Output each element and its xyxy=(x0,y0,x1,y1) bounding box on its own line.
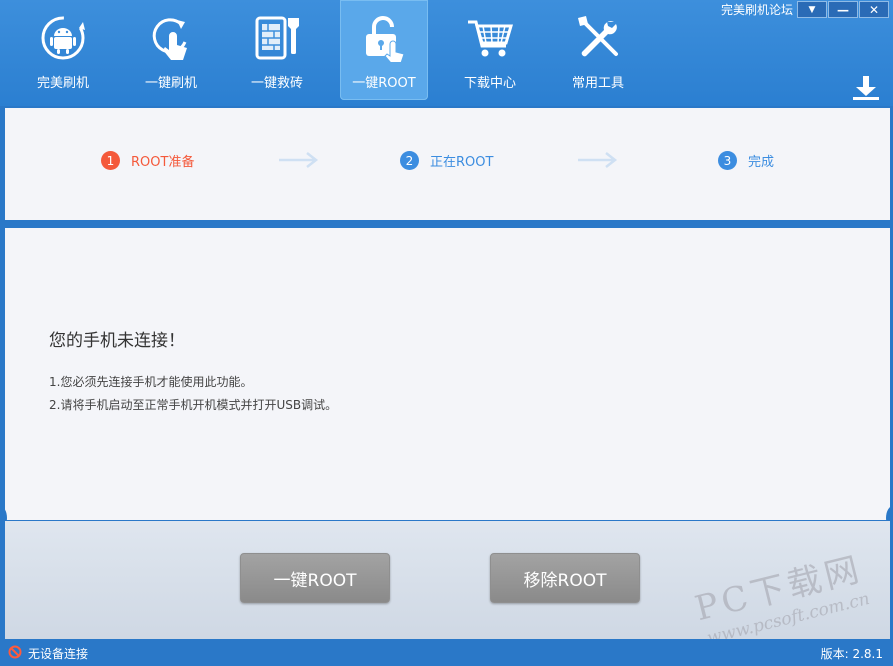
watermark-title: PC下载网 xyxy=(691,549,867,630)
nav-item-perfect-flash[interactable]: 完美刷机 xyxy=(19,0,107,100)
nav-item-brick-rescue[interactable]: 一键救砖 xyxy=(233,0,321,100)
window-controls: ▼ — ✕ xyxy=(796,1,889,18)
status-message-area: 您的手机未连接！ 1.您必须先连接手机才能使用此功能。 2.请将手机启动至正常手… xyxy=(5,228,890,520)
no-device-icon xyxy=(8,645,22,659)
nav-label: 一键救砖 xyxy=(250,76,303,91)
menu-dropdown-button[interactable]: ▼ xyxy=(797,1,827,18)
nav-item-one-click-root[interactable]: 一键ROOT xyxy=(340,0,428,100)
step-complete: 3 完成 xyxy=(718,151,774,170)
not-connected-title: 您的手机未连接！ xyxy=(49,331,185,351)
forum-link[interactable]: 完美刷机论坛 xyxy=(721,1,793,18)
touch-refresh-icon xyxy=(147,14,195,62)
step-label: ROOT准备 xyxy=(131,155,195,170)
step-number: 1 xyxy=(101,151,120,170)
step-number: 3 xyxy=(718,151,737,170)
minimize-icon: — xyxy=(837,2,849,17)
download-button[interactable] xyxy=(849,74,883,102)
nav-item-one-click-flash[interactable]: 一键刷机 xyxy=(127,0,215,100)
instruction-line-1: 1.您必须先连接手机才能使用此功能。 xyxy=(49,375,253,389)
step-arrow-icon xyxy=(578,152,618,168)
step-root-prepare: 1 ROOT准备 xyxy=(101,151,194,170)
watermark: PC下载网 www.pcsoft.com.cn xyxy=(689,541,872,649)
nav-label: 常用工具 xyxy=(571,76,624,91)
chevron-down-icon: ▼ xyxy=(808,4,816,15)
nav-label: 一键刷机 xyxy=(144,76,197,91)
close-icon: ✕ xyxy=(868,2,880,17)
status-bar: 无设备连接 版本: 2.8.1 xyxy=(0,639,893,666)
device-status-text: 无设备连接 xyxy=(28,647,89,661)
nav-label: 下载中心 xyxy=(463,76,516,91)
instruction-line-2: 2.请将手机启动至正常手机开机模式并打开USB调试。 xyxy=(49,398,338,412)
one-click-root-button[interactable]: 一键ROOT xyxy=(240,553,390,603)
action-area: 一键ROOT 移除ROOT PC下载网 www.pcsoft.com.cn xyxy=(5,521,890,649)
android-refresh-icon xyxy=(39,14,87,62)
step-label: 完成 xyxy=(748,155,775,170)
step-label: 正在ROOT xyxy=(430,155,494,170)
phone-repair-icon xyxy=(253,14,301,62)
minimize-button[interactable]: — xyxy=(828,1,858,18)
step-number: 2 xyxy=(400,151,419,170)
step-arrow-icon xyxy=(279,152,319,168)
tools-icon xyxy=(574,14,622,62)
unlock-icon xyxy=(360,14,408,64)
nav-item-common-tools[interactable]: 常用工具 xyxy=(554,0,642,100)
top-toolbar: 完美刷机 一键刷机 一键救砖 一键ROOT 下载中心 常用工具 完美刷机论坛 ▼… xyxy=(0,0,893,106)
remove-root-button[interactable]: 移除ROOT xyxy=(490,553,640,603)
shopping-cart-icon xyxy=(466,14,514,62)
nav-label: 一键ROOT xyxy=(352,76,416,91)
version-label: 版本: 2.8.1 xyxy=(820,647,883,661)
nav-item-download-center[interactable]: 下载中心 xyxy=(446,0,534,100)
step-rooting: 2 正在ROOT xyxy=(400,151,493,170)
section-divider xyxy=(0,220,893,228)
download-icon xyxy=(853,76,879,100)
nav-label: 完美刷机 xyxy=(36,76,89,91)
root-steps-panel: 1 ROOT准备 2 正在ROOT 3 完成 xyxy=(5,108,890,220)
close-button[interactable]: ✕ xyxy=(859,1,889,18)
